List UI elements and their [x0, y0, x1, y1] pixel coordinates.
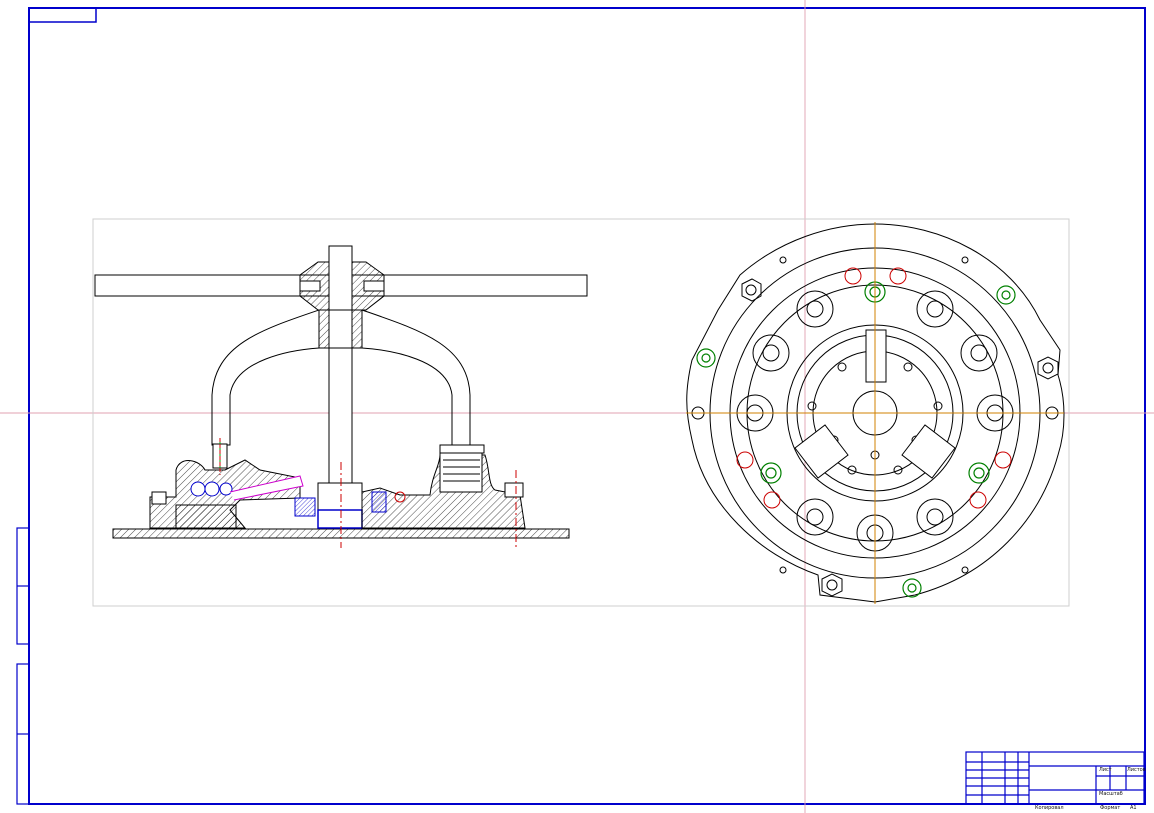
- sheet-frame: [28, 7, 1146, 805]
- drawing-sheet: Лист Листов Масштаб Копировал Формат А1: [0, 0, 1154, 813]
- global-center-lines: [0, 0, 1154, 813]
- yoke-arm-right: [361, 309, 471, 446]
- yoke-arm-left: [211, 309, 320, 446]
- binding-strip: [16, 527, 30, 805]
- pressure-screw: [328, 245, 353, 487]
- title-label-format-value: А1: [1130, 805, 1137, 811]
- title-label-format: Формат: [1100, 805, 1121, 811]
- title-label-sheet: Лист: [1099, 767, 1112, 773]
- title-label-sheets: Листов: [1127, 767, 1146, 773]
- title-label-copied: Копировал: [1035, 805, 1064, 811]
- title-label-scale: Масштаб: [1099, 791, 1123, 797]
- drawing-canvas: [0, 0, 1154, 813]
- plan-view: [686, 222, 1065, 604]
- section-view: [94, 245, 588, 548]
